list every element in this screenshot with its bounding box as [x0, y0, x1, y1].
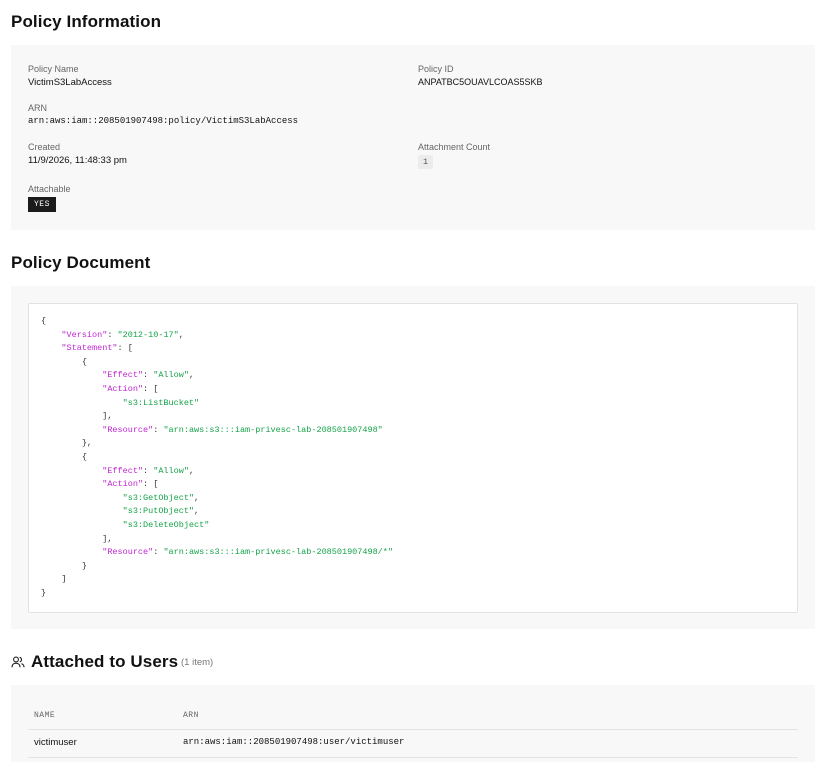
code-line: "s3:ListBucket" — [41, 397, 393, 411]
json-punctuation: , — [194, 506, 200, 517]
code-line: ] — [41, 573, 393, 587]
attached-users-count: (1 item) — [181, 657, 214, 668]
json-key: "Effect" — [102, 370, 144, 381]
json-punctuation: : — [143, 370, 154, 381]
attached-users-panel: NAME ARN victimuser arn:aws:iam::2085019… — [11, 685, 815, 762]
json-punctuation: , — [194, 492, 200, 503]
json-punctuation: : — [107, 329, 118, 340]
json-punctuation: : — [143, 465, 154, 476]
json-string: "s3:PutObject" — [122, 506, 195, 517]
json-punctuation: } — [81, 560, 87, 571]
code-line: "s3:GetObject", — [41, 492, 393, 506]
attachable-badge: YES — [28, 197, 56, 212]
json-punctuation: { — [81, 356, 87, 367]
code-line: ], — [41, 410, 393, 424]
json-string: "2012-10-17" — [117, 329, 179, 340]
json-string: "s3:GetObject" — [122, 492, 195, 503]
json-punctuation: } — [41, 587, 47, 598]
code-line: ], — [41, 533, 393, 547]
code-line: "Action": [ — [41, 383, 393, 397]
code-line: { — [41, 315, 393, 329]
policy-document-code-box[interactable]: { "Version": "2012-10-17", "Statement": … — [28, 303, 798, 613]
json-key: "Resource" — [102, 424, 154, 435]
json-string: "s3:ListBucket" — [122, 397, 200, 408]
json-punctuation: : [ — [143, 383, 159, 394]
table-row-divider — [28, 757, 798, 758]
code-line: "Resource": "arn:aws:s3:::iam-privesc-la… — [41, 546, 393, 560]
column-header-arn[interactable]: ARN — [183, 711, 199, 720]
json-punctuation: { — [41, 316, 47, 326]
json-punctuation: : [ — [143, 479, 159, 490]
user-name-cell[interactable]: victimuser — [34, 737, 77, 748]
created-value: 11/9/2026, 11:48:33 pm — [28, 155, 127, 166]
code-line: } — [41, 587, 393, 601]
arn-value: arn:aws:iam::208501907498:policy/VictimS… — [28, 116, 299, 126]
code-line: } — [41, 560, 393, 574]
policy-information-title: Policy Information — [11, 12, 162, 31]
json-string: "Allow" — [153, 370, 189, 381]
attachment-count-badge: 1 — [418, 155, 434, 169]
user-arn-cell: arn:aws:iam::208501907498:user/victimuse… — [183, 737, 405, 747]
table-header-divider — [28, 729, 798, 730]
column-header-name[interactable]: NAME — [34, 711, 55, 720]
code-line: "Version": "2012-10-17", — [41, 329, 393, 343]
code-line: "Effect": "Allow", — [41, 465, 393, 479]
code-line: { — [41, 356, 393, 370]
code-line: { — [41, 451, 393, 465]
code-line: "s3:PutObject", — [41, 505, 393, 519]
code-line: }, — [41, 437, 393, 451]
json-key: "Resource" — [102, 547, 154, 558]
json-string: "arn:aws:s3:::iam-privesc-lab-2085019074… — [163, 547, 393, 558]
policy-name-value: VictimS3LabAccess — [28, 77, 112, 88]
users-icon — [11, 656, 25, 668]
json-punctuation: ], — [102, 411, 113, 422]
policy-id-label: Policy ID — [418, 64, 454, 74]
json-key: "Action" — [102, 383, 144, 394]
json-punctuation: : [ — [117, 343, 133, 354]
json-punctuation: ] — [61, 574, 67, 585]
policy-document-panel: { "Version": "2012-10-17", "Statement": … — [11, 286, 815, 629]
json-punctuation: }, — [81, 438, 93, 449]
json-string: "s3:DeleteObject" — [122, 519, 210, 530]
code-line: "s3:DeleteObject" — [41, 519, 393, 533]
policy-name-label: Policy Name — [28, 64, 79, 74]
json-punctuation: ], — [102, 533, 113, 544]
json-key: "Statement" — [61, 343, 118, 354]
json-string: "arn:aws:s3:::iam-privesc-lab-2085019074… — [163, 424, 383, 435]
policy-id-value: ANPATBC5OUAVLCOAS5SKB — [418, 77, 543, 87]
created-label: Created — [28, 142, 61, 152]
code-line: "Resource": "arn:aws:s3:::iam-privesc-la… — [41, 424, 393, 438]
json-key: "Effect" — [102, 465, 144, 476]
json-key: "Version" — [61, 329, 108, 340]
policy-document-title: Policy Document — [11, 253, 151, 272]
attachable-label: Attachable — [28, 184, 71, 194]
policy-json: { "Version": "2012-10-17", "Statement": … — [41, 315, 393, 600]
code-line: "Statement": [ — [41, 342, 393, 356]
json-string: "Allow" — [153, 465, 189, 476]
policy-information-panel: Policy Name VictimS3LabAccess Policy ID … — [11, 45, 815, 230]
code-line: "Effect": "Allow", — [41, 369, 393, 383]
attached-users-title: Attached to Users — [31, 652, 179, 671]
json-punctuation: { — [81, 451, 87, 462]
json-punctuation: : — [153, 424, 164, 435]
json-key: "Action" — [102, 479, 144, 490]
json-punctuation: , — [178, 329, 184, 340]
json-punctuation: : — [153, 547, 164, 558]
attachment-count-label: Attachment Count — [418, 142, 491, 152]
json-punctuation: , — [188, 465, 195, 476]
json-punctuation: , — [188, 370, 195, 381]
code-line: "Action": [ — [41, 478, 393, 492]
arn-label: ARN — [28, 103, 48, 113]
